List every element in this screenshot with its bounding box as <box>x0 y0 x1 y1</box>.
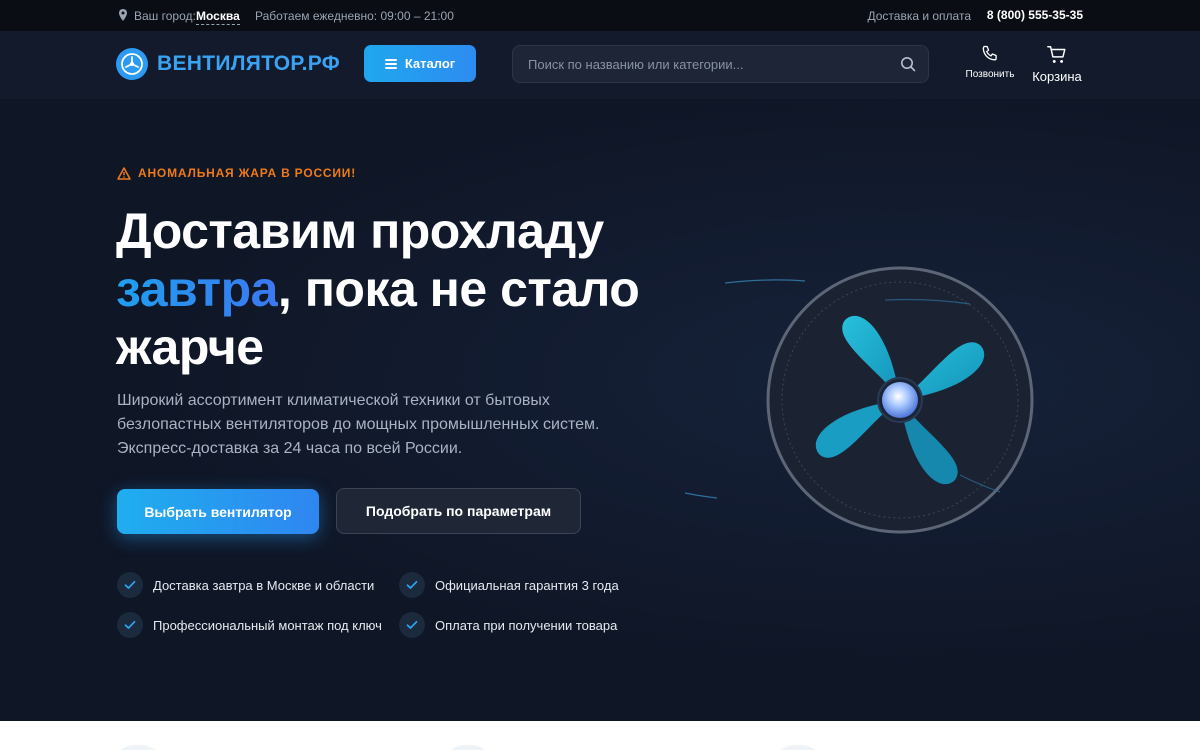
call-label: Позвонить <box>965 69 1015 80</box>
feature-item: Профессиональный монтаж под ключ <box>117 612 382 638</box>
headline-accent: завтра <box>116 261 278 317</box>
section-icon-placeholder <box>118 745 158 750</box>
check-icon <box>399 612 425 638</box>
choose-fan-button[interactable]: Выбрать вентилятор <box>117 489 319 534</box>
hero-subtitle: Широкий ассортимент климатической техник… <box>117 392 600 457</box>
fan-logo-icon[interactable] <box>116 48 148 80</box>
catalog-button[interactable]: Каталог <box>364 45 476 82</box>
call-button[interactable]: Позвонить <box>962 44 1018 80</box>
cart-label: Корзина <box>1032 69 1082 84</box>
alert-text: АНОМАЛЬНАЯ ЖАРА В РОССИИ! <box>138 166 357 180</box>
section-icon-placeholder <box>448 745 488 750</box>
headline-part3: жарче <box>116 319 264 375</box>
phone-number[interactable]: 8 (800) 555-35-35 <box>987 8 1083 22</box>
logo-text[interactable]: ВЕНТИЛЯТОР.РФ <box>157 52 340 76</box>
feature-item: Оплата при получении товара <box>399 612 617 638</box>
feature-item: Доставка завтра в Москве и области <box>117 572 374 598</box>
menu-icon <box>384 58 397 69</box>
top-bar: Ваш город: Москва Работаем ежедневно: 09… <box>0 0 1200 31</box>
next-section-strip <box>0 721 1200 750</box>
location-pin-icon <box>119 9 127 21</box>
cart-button[interactable]: Корзина <box>1028 44 1086 84</box>
check-icon <box>399 572 425 598</box>
check-icon <box>117 612 143 638</box>
fan-illustration <box>660 240 1100 560</box>
feature-label: Оплата при получении товара <box>435 617 618 633</box>
working-hours: Работаем ежедневно: 09:00 – 21:00 <box>255 9 454 23</box>
check-icon <box>117 572 143 598</box>
feature-label: Доставка завтра в Москве и области <box>153 577 375 593</box>
feature-label: Профессиональный монтаж под ключ <box>153 617 382 633</box>
feature-label: Официальная гарантия 3 года <box>435 577 619 593</box>
phone-icon <box>982 45 997 61</box>
city-selector[interactable]: Москва <box>196 9 240 25</box>
filter-params-button[interactable]: Подобрать по параметрам <box>336 488 581 534</box>
search-input[interactable] <box>513 46 893 82</box>
catalog-button-label: Каталог <box>404 56 456 71</box>
feature-item: Официальная гарантия 3 года <box>399 572 619 598</box>
heat-alert: АНОМАЛЬНАЯ ЖАРА В РОССИИ! <box>117 166 356 180</box>
hero-headline: Доставим прохладу завтра, пока не стало … <box>116 202 696 376</box>
headline-part2: , пока не стало <box>277 261 640 317</box>
section-icon-placeholder <box>778 745 818 750</box>
headline-part1: Доставим прохладу <box>116 203 604 259</box>
delivery-link[interactable]: Доставка и оплата <box>867 9 971 23</box>
cart-icon <box>1047 46 1066 63</box>
warning-icon <box>117 166 131 180</box>
search-box <box>512 45 929 83</box>
city-label: Ваш город: <box>134 9 196 23</box>
search-icon[interactable] <box>900 56 916 72</box>
